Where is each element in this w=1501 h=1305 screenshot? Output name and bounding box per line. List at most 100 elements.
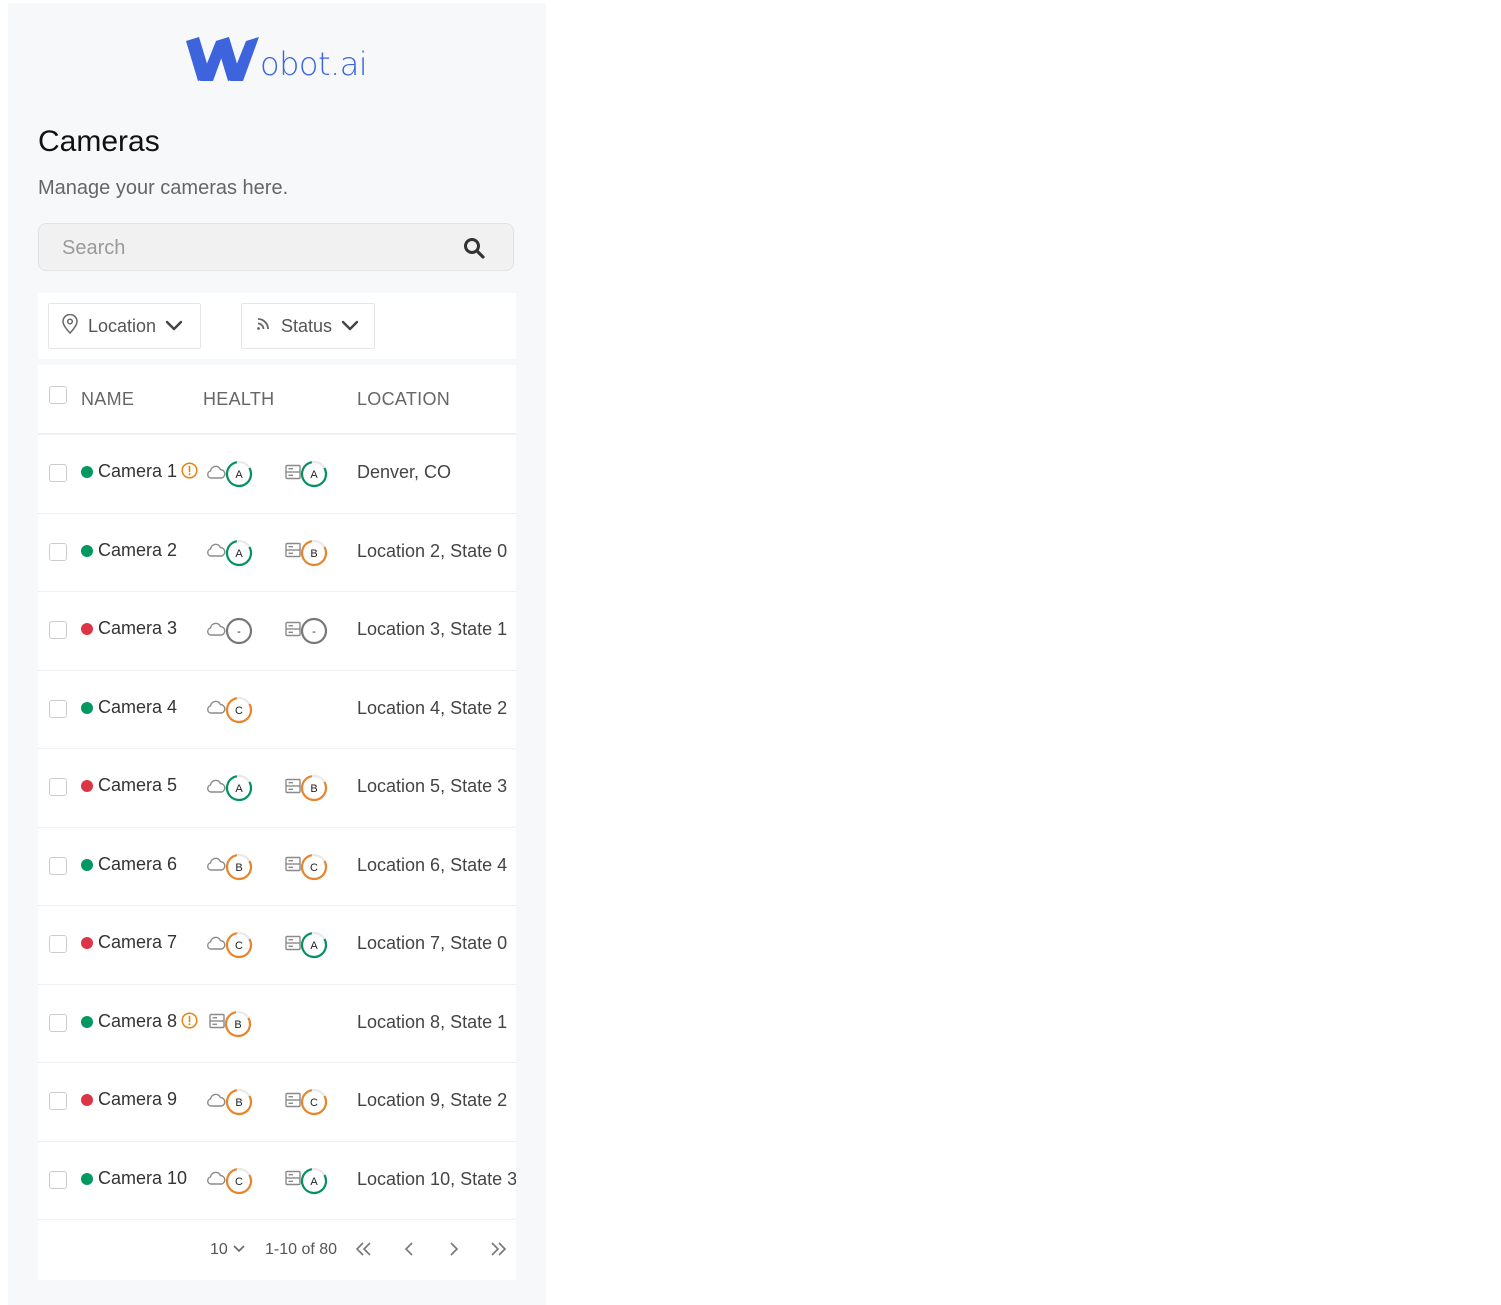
row-checkbox[interactable] (49, 1092, 67, 1110)
camera-name[interactable]: Camera 2 (98, 540, 177, 561)
row-checkbox[interactable] (49, 778, 67, 796)
grade-letter: C (235, 705, 243, 717)
wobot-logo: obot.ai (186, 31, 368, 81)
grade-letter: A (235, 783, 243, 795)
status-dot (81, 466, 93, 478)
storage-grade-badge: C (300, 853, 328, 880)
warning-icon (181, 1011, 198, 1034)
table-row[interactable]: Camera 1 A A Denver, CO (38, 435, 516, 514)
table-header: NAME HEALTH LOCATION (38, 365, 516, 435)
camera-name-text: Camera 1 (98, 461, 178, 481)
page-range: 1-10 of 80 (265, 1241, 338, 1258)
grade-letter: B (235, 1097, 242, 1109)
map-pin-icon (61, 313, 79, 339)
camera-name[interactable]: Camera 7 (98, 932, 177, 953)
cloud-health: B (206, 853, 253, 881)
grade-letter: A (235, 469, 243, 481)
row-checkbox[interactable] (49, 621, 67, 639)
table-row[interactable]: Camera 3 - - Location 3, State 1 (38, 592, 516, 671)
table-row[interactable]: Camera 6 B C Location 6, State 4 (38, 828, 516, 906)
camera-location: Denver, CO (357, 462, 452, 482)
select-all-checkbox[interactable] (49, 386, 67, 404)
cameras-panel: obot.ai Cameras Manage your cameras here… (8, 3, 546, 1305)
camera-name[interactable]: Camera 3 (98, 618, 177, 639)
filter-bar: Location Status (38, 293, 516, 359)
camera-name-text: Camera 2 (98, 539, 178, 560)
grade-letter: - (237, 626, 241, 638)
grade-letter: B (234, 1019, 241, 1031)
camera-location: Location 8, State 1 (357, 1011, 508, 1032)
next-page-icon[interactable] (447, 1241, 461, 1262)
status-dot (81, 623, 93, 635)
location-column-header[interactable]: LOCATION (357, 389, 450, 410)
search-input[interactable] (60, 236, 444, 261)
storage-health: A (284, 460, 328, 488)
cloud-grade-badge: A (225, 460, 253, 488)
table-row[interactable]: Camera 5 A B Location 5, State 3 (38, 749, 516, 828)
storage-health: C (284, 853, 328, 881)
table-row[interactable]: Camera 8 B Location 8, State 1 (38, 985, 516, 1063)
location-filter-label: Location (88, 315, 157, 336)
camera-name-text: Camera 4 (98, 696, 178, 717)
row-checkbox[interactable] (49, 464, 67, 482)
table-row[interactable]: Camera 9 B C Location 9, State 2 (38, 1063, 516, 1142)
table-row[interactable]: Camera 10 C A Location 10, State 3 (38, 1142, 516, 1220)
health-column-header[interactable]: HEALTH (203, 389, 274, 410)
name-column-header[interactable]: NAME (81, 389, 134, 410)
cloud-icon (206, 1169, 227, 1192)
location-filter-button[interactable]: Location (48, 303, 201, 349)
search-bar (38, 223, 514, 271)
camera-name[interactable]: Camera 9 (98, 1089, 177, 1110)
camera-name[interactable]: Camera 1 (98, 461, 198, 484)
camera-name[interactable]: Camera 10 (98, 1168, 187, 1189)
cloud-health: B (206, 1088, 253, 1116)
storage-grade-badge: A (300, 1167, 328, 1194)
camera-location: Location 4, State 2 (357, 697, 508, 718)
rows-per-page-value: 10 (210, 1241, 228, 1258)
previous-page-icon[interactable] (402, 1241, 416, 1262)
cloud-icon (206, 541, 227, 564)
search-icon[interactable] (463, 237, 485, 264)
storage-health: A (284, 1167, 328, 1195)
storage-grade-badge: B (224, 1010, 252, 1037)
first-page-icon[interactable] (355, 1241, 373, 1262)
grade-letter: - (312, 626, 316, 638)
status-dot (81, 1094, 93, 1106)
camera-name[interactable]: Camera 4 (98, 697, 177, 718)
row-checkbox[interactable] (49, 699, 67, 718)
grade-letter: C (310, 1097, 318, 1109)
status-dot (81, 937, 93, 949)
rows-per-page-select[interactable]: 10 (210, 1241, 246, 1259)
page-subtitle: Manage your cameras here. (38, 177, 289, 199)
cloud-icon (206, 855, 227, 878)
cloud-health: A (206, 539, 253, 567)
status-dot (81, 701, 93, 714)
table-row[interactable]: Camera 7 C A Location 7, State 0 (38, 906, 516, 985)
row-checkbox[interactable] (49, 1170, 67, 1189)
storage-grade-badge: A (300, 460, 328, 488)
cloud-grade-badge: A (225, 774, 253, 802)
cloud-health: A (206, 460, 253, 488)
camera-name[interactable]: Camera 8 (98, 1011, 198, 1034)
cloud-grade-badge: B (225, 853, 253, 880)
camera-location: Location 5, State 3 (357, 776, 508, 796)
camera-name-text: Camera 9 (98, 1089, 178, 1109)
last-page-icon[interactable] (489, 1241, 507, 1262)
table-row[interactable]: Camera 2 A B Location 2, State 0 (38, 514, 516, 592)
cloud-grade-badge: C (225, 696, 253, 723)
table-row[interactable]: Camera 4 C Location 4, State 2 (38, 671, 516, 749)
cloud-icon (206, 620, 227, 643)
row-checkbox[interactable] (49, 1013, 67, 1032)
camera-name-text: Camera 8 (98, 1010, 178, 1031)
cloud-health: C (206, 696, 253, 724)
rss-icon (254, 315, 272, 338)
camera-name[interactable]: Camera 5 (98, 775, 177, 796)
status-filter-button[interactable]: Status (241, 303, 375, 349)
chevron-down-icon (165, 316, 183, 337)
camera-name[interactable]: Camera 6 (98, 854, 177, 875)
status-dot (81, 858, 93, 871)
camera-name-text: Camera 10 (98, 1167, 188, 1188)
row-checkbox[interactable] (49, 935, 67, 953)
row-checkbox[interactable] (49, 542, 67, 561)
row-checkbox[interactable] (49, 856, 67, 875)
